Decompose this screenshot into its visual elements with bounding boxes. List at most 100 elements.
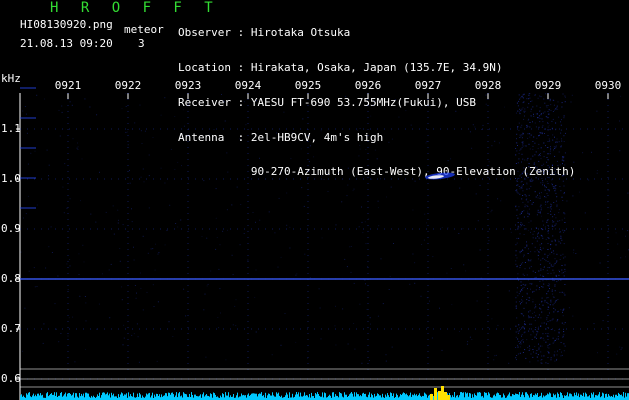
noise-speckle [558, 151, 560, 153]
spectrum-bar [461, 392, 462, 400]
noise-speckle [459, 187, 461, 189]
spectrum-bar [527, 393, 528, 400]
noise-speckle [26, 132, 28, 134]
noise-speckle [563, 243, 565, 245]
spectrum-bar [47, 392, 48, 400]
noise-speckle [563, 328, 564, 330]
noise-speckle [543, 171, 545, 173]
noise-speckle [547, 126, 549, 128]
spectrum-bar [56, 392, 57, 400]
spectrum-bar [342, 396, 343, 400]
noise-speckle [121, 108, 123, 110]
spectrum-bar [48, 396, 49, 400]
noise-speckle [559, 220, 561, 222]
spectrum-bar [46, 393, 47, 400]
noise-speckle [527, 212, 529, 214]
noise-speckle [562, 272, 564, 274]
noise-speckle [619, 150, 621, 152]
noise-speckle [520, 250, 522, 252]
noise-speckle [441, 227, 443, 229]
noise-speckle [544, 301, 546, 303]
noise-speckle [85, 302, 87, 304]
spectrum-bar [244, 395, 245, 400]
noise-speckle [540, 182, 542, 184]
spectrum-bar [316, 394, 317, 400]
noise-speckle [518, 340, 520, 342]
spectrum-bar [50, 394, 51, 400]
noise-speckle [542, 337, 544, 339]
noise-speckle [519, 111, 521, 113]
noise-speckle [543, 163, 545, 165]
noise-speckle [534, 346, 536, 348]
noise-speckle [523, 315, 525, 317]
noise-speckle [122, 344, 124, 346]
spectrum-bar [186, 394, 187, 400]
noise-speckle [546, 301, 548, 303]
noise-speckle [534, 304, 536, 306]
noise-speckle [572, 315, 574, 317]
noise-speckle [129, 169, 130, 171]
spectrum-bar [272, 392, 273, 400]
noise-speckle [527, 177, 529, 179]
noise-speckle [528, 213, 530, 215]
noise-speckle [529, 323, 531, 325]
spectrum-bar [196, 396, 197, 400]
noise-speckle [61, 111, 63, 113]
noise-speckle [550, 329, 552, 330]
noise-speckle [232, 274, 234, 275]
spectrum-bar [330, 395, 331, 400]
noise-speckle [615, 232, 617, 234]
noise-speckle [276, 132, 278, 134]
spectrum-bar [494, 394, 495, 400]
noise-speckle [525, 178, 527, 180]
noise-speckle [292, 131, 294, 133]
noise-speckle [552, 304, 554, 306]
spectrum-bar [465, 392, 466, 400]
noise-speckle [347, 167, 349, 169]
noise-speckle [552, 265, 554, 267]
spectrum-bar [534, 395, 535, 400]
spectrum-bar [318, 394, 319, 400]
noise-speckle [537, 147, 539, 149]
noise-speckle [72, 316, 74, 318]
noise-speckle [21, 350, 23, 352]
noise-speckle [517, 217, 519, 219]
spectrum-bar [478, 392, 479, 400]
noise-speckle [538, 143, 540, 145]
noise-speckle [82, 244, 84, 246]
noise-speckle [546, 157, 548, 158]
spectrum-bar [615, 394, 616, 400]
noise-speckle [544, 186, 546, 188]
noise-speckle [504, 106, 505, 108]
spectrum-bar [113, 393, 114, 400]
noise-speckle [493, 359, 495, 361]
noise-speckle [524, 331, 526, 333]
noise-speckle [522, 132, 524, 134]
noise-speckle [519, 290, 521, 292]
noise-speckle [529, 133, 531, 135]
spectrum-bar [479, 392, 480, 400]
spectrum-bar [226, 395, 227, 400]
noise-speckle [562, 156, 564, 158]
noise-speckle [371, 178, 373, 180]
noise-speckle [125, 106, 127, 107]
spectrum-bar [263, 395, 264, 400]
noise-speckle [517, 332, 519, 334]
noise-speckle [528, 311, 530, 313]
noise-speckle [521, 180, 523, 182]
noise-speckle [207, 283, 209, 285]
noise-speckle [564, 256, 566, 258]
spectrum-bar [281, 395, 282, 400]
spectrum-bar [32, 395, 33, 400]
noise-speckle [540, 196, 541, 198]
noise-speckle [491, 318, 493, 320]
spectrum-bar [337, 396, 338, 400]
spectrum-bar [469, 393, 470, 400]
noise-speckle [517, 295, 519, 297]
noise-speckle [537, 97, 539, 99]
noise-speckle [555, 141, 557, 143]
spectrum-bar [137, 393, 138, 400]
noise-speckle [522, 107, 524, 109]
noise-speckle [321, 237, 323, 239]
spectrum-bar [554, 395, 555, 400]
